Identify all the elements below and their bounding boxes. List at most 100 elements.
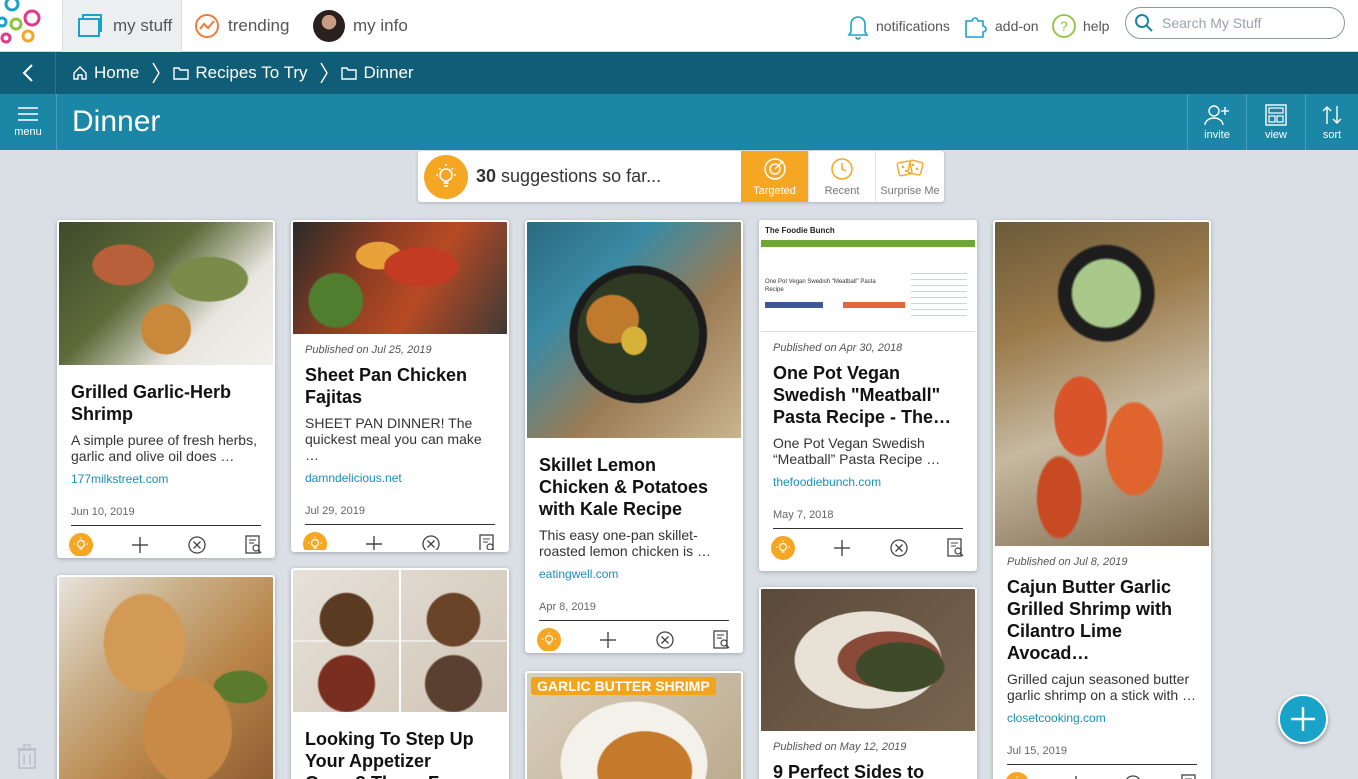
add-icon[interactable] [365, 535, 383, 552]
tab-trending[interactable]: trending [194, 0, 289, 52]
card-published: Published on May 12, 2019 [773, 741, 907, 753]
card-title[interactable]: Grilled Garlic-Herb Shrimp [71, 381, 261, 425]
recipe-card[interactable]: Published on Jul 25, 2019 Sheet Pan Chic… [291, 220, 509, 552]
lightbulb-icon[interactable] [771, 536, 795, 560]
details-icon[interactable] [1181, 774, 1199, 779]
suggestions-text: suggestions so far... [501, 166, 662, 186]
recipe-card[interactable]: The Foodie Bunch One Pot Vegan Swedish "… [759, 220, 977, 571]
suggestions-summary[interactable]: 30 suggestions so far... [418, 151, 741, 202]
share-buttons [843, 302, 905, 308]
card-image [59, 222, 273, 365]
view-button[interactable]: view [1246, 94, 1305, 150]
search-box[interactable] [1125, 7, 1345, 39]
recipe-card[interactable]: Looking To Step Up Your Appetizer Game? … [291, 568, 509, 779]
lightbulb-icon[interactable] [303, 532, 327, 550]
card-source-link[interactable]: eatingwell.com [539, 567, 729, 581]
tab-label: Recent [824, 184, 860, 197]
card-date: May 7, 2018 [773, 509, 963, 529]
card-title[interactable]: Looking To Step Up Your Appetizer Game? … [305, 728, 495, 779]
site-sidebar [911, 268, 967, 318]
tab-my-stuff[interactable]: my stuff [62, 0, 182, 52]
menu-button[interactable]: menu [0, 94, 57, 150]
card-description: SHEET PAN DINNER! The quickest meal you … [305, 415, 482, 463]
folder-icon [78, 14, 102, 37]
help-icon: ? [1052, 14, 1076, 38]
card-title[interactable]: 9 Perfect Sides to [773, 761, 963, 779]
lightbulb-icon[interactable] [69, 533, 93, 556]
details-icon[interactable] [479, 534, 497, 552]
add-item-button[interactable] [1278, 694, 1328, 744]
share-buttons [765, 302, 823, 308]
recipe-card[interactable]: Published on May 12, 2019 9 Perfect Side… [759, 587, 977, 779]
recipe-card[interactable]: Skillet Lemon Chicken & Potatoes with Ka… [525, 220, 743, 653]
add-icon[interactable] [131, 536, 149, 554]
card-title[interactable]: Skillet Lemon Chicken & Potatoes with Ka… [539, 454, 729, 520]
trash-button[interactable] [16, 744, 38, 775]
lightbulb-icon[interactable] [1005, 772, 1029, 779]
card-image [293, 570, 507, 712]
card-actions [59, 526, 273, 556]
breadcrumb-dinner[interactable]: Dinner [341, 63, 414, 83]
back-button[interactable] [0, 52, 56, 94]
remove-icon[interactable] [655, 630, 675, 650]
recipe-card[interactable]: Published on Jul 8, 2019 Cajun Butter Ga… [993, 220, 1211, 779]
chevron-right-icon [319, 61, 329, 85]
add-icon[interactable] [1067, 775, 1085, 779]
tab-my-info[interactable]: my info [313, 0, 408, 52]
breadcrumb-home[interactable]: Home [72, 63, 139, 83]
card-source-link[interactable]: thefoodiebunch.com [773, 475, 963, 489]
card-source-link[interactable]: damndelicious.net [305, 471, 495, 485]
notifications-label: notifications [876, 18, 950, 34]
remove-icon[interactable] [1123, 774, 1143, 779]
addon-label: add-on [995, 18, 1039, 34]
card-image: GARLIC BUTTER SHRIMP [527, 673, 741, 779]
card-actions [761, 529, 975, 567]
card-date: Apr 8, 2019 [539, 601, 729, 621]
search-input[interactable] [1162, 15, 1332, 31]
lightbulb-icon [424, 154, 468, 199]
card-image: The Foodie Bunch One Pot Vegan Swedish "… [761, 222, 975, 332]
card-description: A simple puree of fresh herbs, garlic an… [71, 432, 257, 464]
add-icon[interactable] [599, 631, 617, 649]
remove-icon[interactable] [187, 535, 207, 555]
tab-targeted[interactable]: Targeted [741, 151, 808, 202]
add-icon[interactable] [833, 539, 851, 557]
card-source-link[interactable]: closetcooking.com [1007, 711, 1197, 725]
details-icon[interactable] [947, 538, 965, 558]
addon-button[interactable]: add-on [963, 0, 1039, 52]
avatar [313, 10, 345, 42]
sort-icon [1322, 105, 1342, 124]
app-logo[interactable] [0, 0, 60, 52]
card-image [761, 589, 975, 731]
invite-button[interactable]: invite [1187, 94, 1246, 150]
breadcrumb-label: Recipes To Try [195, 63, 308, 82]
remove-icon[interactable] [889, 538, 909, 558]
lightbulb-icon[interactable] [537, 628, 561, 651]
page-title: Dinner [72, 105, 161, 138]
suggestions-panel: 30 suggestions so far... Targeted Recent… [418, 151, 944, 202]
details-icon[interactable] [713, 630, 731, 650]
tab-label: my stuff [113, 16, 173, 35]
tab-recent[interactable]: Recent [808, 151, 875, 202]
card-title[interactable]: Cajun Butter Garlic Grilled Shrimp with … [1007, 576, 1197, 664]
recipe-card[interactable]: Grilled Garlic-Herb Shrimp A simple pure… [57, 220, 275, 558]
card-date: Jul 15, 2019 [1007, 745, 1197, 765]
layout-icon [1265, 103, 1287, 126]
help-label: help [1083, 18, 1110, 34]
chevron-right-icon [151, 61, 161, 85]
help-button[interactable]: ? help [1051, 0, 1109, 52]
sort-button[interactable]: sort [1305, 94, 1358, 150]
add-person-icon [1204, 104, 1229, 125]
details-icon[interactable] [245, 535, 263, 555]
breadcrumb-recipes[interactable]: Recipes To Try [173, 63, 307, 83]
tab-surprise-me[interactable]: Surprise Me [875, 151, 944, 202]
search-icon [1135, 14, 1153, 32]
notifications-button[interactable]: notifications [846, 0, 950, 52]
remove-icon[interactable] [421, 534, 441, 552]
recipe-card[interactable]: GARLIC BUTTER SHRIMP [525, 671, 743, 779]
card-source-link[interactable]: 177milkstreet.com [71, 472, 261, 486]
recipe-card[interactable] [57, 575, 275, 779]
card-title[interactable]: One Pot Vegan Swedish "Meatball" Pasta R… [773, 362, 963, 428]
invite-label: invite [1204, 128, 1230, 141]
card-title[interactable]: Sheet Pan Chicken Fajitas [305, 364, 495, 408]
